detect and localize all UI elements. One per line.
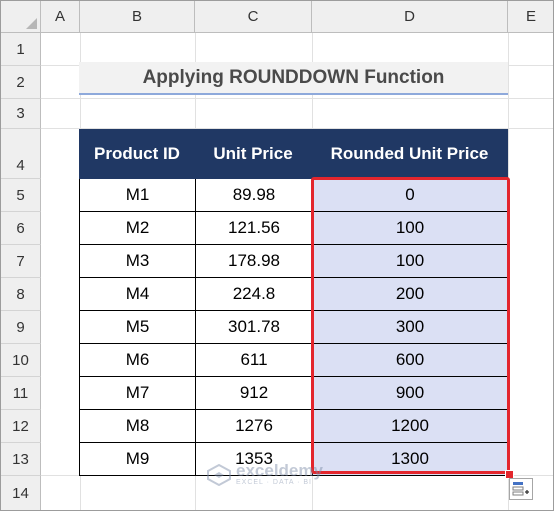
cell-rounded-unit-price[interactable]: 1300 xyxy=(312,443,508,476)
cell-product-id[interactable]: M8 xyxy=(79,410,195,443)
cell-unit-price[interactable]: 912 xyxy=(195,377,312,410)
row-header-5[interactable]: 5 xyxy=(1,179,41,212)
cell-product-id[interactable]: M7 xyxy=(79,377,195,410)
row-header-10[interactable]: 10 xyxy=(1,344,41,377)
row-header-3[interactable]: 3 xyxy=(1,99,41,129)
column-header-b[interactable]: B xyxy=(80,1,195,33)
spreadsheet-frame: A B C D E 1 2 3 4 5 6 7 8 9 10 11 12 13 … xyxy=(0,0,554,511)
cell-unit-price[interactable]: 178.98 xyxy=(195,245,312,278)
cell-product-id[interactable]: M6 xyxy=(79,344,195,377)
header-product-id[interactable]: Product ID xyxy=(79,129,195,179)
row-header-6[interactable]: 6 xyxy=(1,212,41,245)
watermark: exceldemy EXCEL · DATA · BI xyxy=(206,461,323,486)
column-header-e[interactable]: E xyxy=(508,1,553,33)
watermark-tagline: EXCEL · DATA · BI xyxy=(236,479,312,486)
gridline xyxy=(508,33,509,510)
cell-unit-price[interactable]: 1276 xyxy=(195,410,312,443)
cell-product-id[interactable]: M5 xyxy=(79,311,195,344)
cell-unit-price[interactable]: 224.8 xyxy=(195,278,312,311)
watermark-name: exceldemy xyxy=(236,461,323,480)
header-rounded-unit-price[interactable]: Rounded Unit Price xyxy=(311,129,508,179)
cell-rounded-unit-price[interactable]: 100 xyxy=(312,212,508,245)
cell-unit-price[interactable]: 301.78 xyxy=(195,311,312,344)
cell-rounded-unit-price[interactable]: 900 xyxy=(312,377,508,410)
cell-product-id[interactable]: M9 xyxy=(79,443,195,476)
column-header-c[interactable]: C xyxy=(195,1,312,33)
cell-rounded-unit-price[interactable]: 600 xyxy=(312,344,508,377)
cell-rounded-unit-price[interactable]: 100 xyxy=(312,245,508,278)
cell-product-id[interactable]: M3 xyxy=(79,245,195,278)
row-header-9[interactable]: 9 xyxy=(1,311,41,344)
row-header-12[interactable]: 12 xyxy=(1,410,41,443)
row-header-14[interactable]: 14 xyxy=(1,476,41,510)
row-header-4[interactable]: 4 xyxy=(1,129,41,179)
column-header-a[interactable]: A xyxy=(41,1,80,33)
row-header-1[interactable]: 1 xyxy=(1,33,41,66)
column-header-d[interactable]: D xyxy=(312,1,508,33)
title-cell[interactable]: Applying ROUNDDOWN Function xyxy=(79,62,508,95)
cell-product-id[interactable]: M4 xyxy=(79,278,195,311)
cell-unit-price[interactable]: 121.56 xyxy=(195,212,312,245)
row-header-7[interactable]: 7 xyxy=(1,245,41,278)
quick-analysis-icon xyxy=(512,482,529,496)
cell-unit-price[interactable]: 611 xyxy=(195,344,312,377)
cell-product-id[interactable]: M2 xyxy=(79,212,195,245)
quick-analysis-button[interactable] xyxy=(509,478,533,500)
exceldemy-logo-icon xyxy=(207,463,231,486)
cell-unit-price[interactable]: 89.98 xyxy=(195,179,312,212)
cell-rounded-unit-price[interactable]: 1200 xyxy=(312,410,508,443)
select-all-icon xyxy=(26,18,37,29)
select-all-button[interactable] xyxy=(1,1,41,33)
header-unit-price[interactable]: Unit Price xyxy=(194,129,312,179)
row-header-2[interactable]: 2 xyxy=(1,66,41,99)
page-title: Applying ROUNDDOWN Function xyxy=(142,66,445,88)
row-header-8[interactable]: 8 xyxy=(1,278,41,311)
cell-rounded-unit-price[interactable]: 0 xyxy=(312,179,508,212)
cell-product-id[interactable]: M1 xyxy=(79,179,195,212)
row-header-11[interactable]: 11 xyxy=(1,377,41,410)
row-header-13[interactable]: 13 xyxy=(1,443,41,476)
cell-rounded-unit-price[interactable]: 300 xyxy=(312,311,508,344)
cell-rounded-unit-price[interactable]: 200 xyxy=(312,278,508,311)
gridline xyxy=(41,98,553,99)
